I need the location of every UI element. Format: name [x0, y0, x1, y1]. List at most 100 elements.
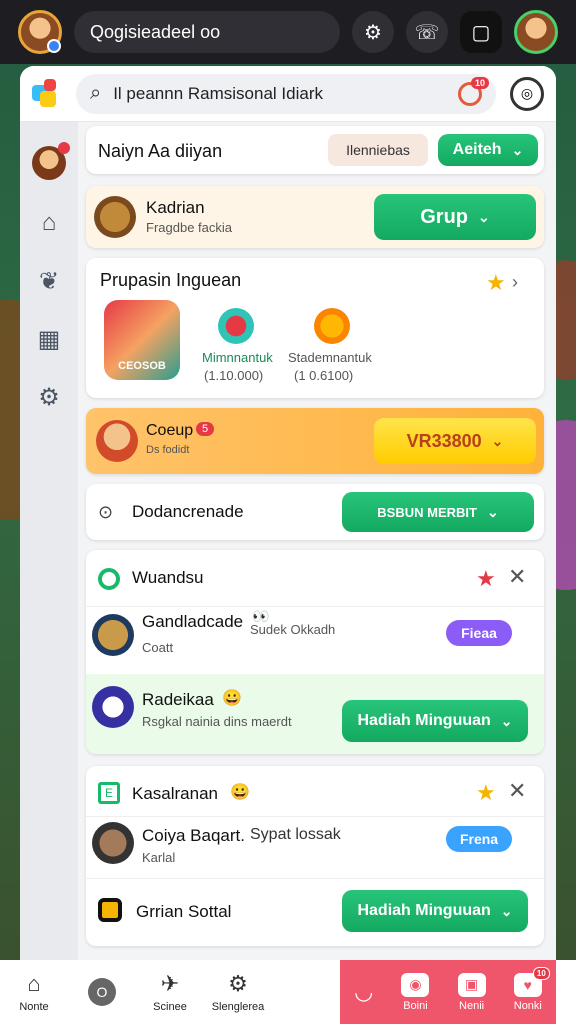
row4-subtitle: Ds fodidt [146, 444, 190, 456]
row1-tag[interactable]: Ilenniebas [328, 134, 428, 166]
group2-item1-extra: Sypat lossak [250, 826, 341, 843]
group1-item2-button[interactable]: Hadiah Minguuan ⌄ [342, 700, 528, 742]
pink-image[interactable]: ▣ Nenii [457, 972, 486, 1012]
row5-button[interactable]: BSBUN MERBIT ⌄ [342, 492, 534, 532]
group2-item1-button[interactable]: Frena [446, 826, 512, 852]
pink-heart-badge: 10 [532, 966, 550, 980]
group1-item2-subtitle: Rsgkal nainia dins maerdt [142, 714, 292, 729]
group2-item2-title: Grrian Sottal [136, 902, 232, 921]
gear-icon: ⚙ [228, 971, 248, 996]
user-avatar[interactable] [18, 10, 62, 54]
pink-image-label: Nenii [459, 999, 485, 1012]
pink-camera-label: Boini [403, 999, 428, 1012]
pink-action-bar: ◡ ◉ Boini ▣ Nenii ♥ 10 Nonki [340, 960, 556, 1024]
home-icon[interactable]: ⌂ [34, 208, 64, 238]
player-avatar [96, 420, 138, 462]
item2-value: (1 0.6100) [294, 368, 354, 383]
chevron-right-icon[interactable]: › [512, 272, 518, 293]
top-search-field[interactable]: Qogisieadeel oo [74, 11, 340, 53]
gamepad-icon: ⊙ [98, 502, 114, 522]
group1-item1-button[interactable]: Fieaa [446, 620, 512, 646]
target-icon[interactable]: ◎ [510, 76, 544, 111]
game-thumbnail-label: CEOSOB [118, 360, 166, 372]
star-icon[interactable]: ★ [476, 780, 496, 806]
row5-button-label: BSBUN MERBIT [377, 504, 477, 520]
phone-icon[interactable]: ☏ [406, 11, 448, 53]
chevron-down-icon: ⌄ [511, 141, 524, 158]
pink-heart-label: Nonki [513, 999, 542, 1012]
row4-button-label: VR33800 [406, 430, 482, 451]
star-icon[interactable]: ★ [476, 566, 496, 592]
notification-count: 10 [470, 76, 489, 89]
row-card-5: ⊙ Dodancrenade BSBUN MERBIT ⌄ [86, 484, 544, 540]
nav-circle[interactable]: O [68, 960, 136, 1024]
app-logo-icon[interactable] [32, 78, 62, 109]
heart-icon: ♥ 10 [513, 966, 550, 997]
row-card-3: Prupasin Inguean ★ › CEOSOB Mimnnantuk (… [86, 258, 544, 398]
home-icon: ⌂ [27, 971, 41, 996]
item1-icon [218, 308, 254, 344]
group2-item1-button-label: Frena [459, 831, 499, 847]
pink-heart[interactable]: ♥ 10 Nonki [513, 966, 550, 1012]
group1-item2-emoji: 😀 [222, 690, 242, 707]
row1-button[interactable]: Aeiteh ⌄ [438, 134, 538, 166]
item1-name: Mimnnantuk [202, 350, 273, 365]
nav-scinee[interactable]: ✈ Scinee [136, 960, 204, 1024]
friend-avatar[interactable] [514, 10, 558, 54]
group2-title: Kasalranan [132, 784, 219, 803]
row1-button-label: Aeiteh [452, 141, 502, 158]
group2-item1-title: Coiya Baqart. [142, 826, 245, 845]
group1-item2-title: Radeikaa [142, 690, 214, 709]
item2-icon [314, 308, 350, 344]
panel-search-input[interactable]: ⌕ Il peannn Ramsisonal Idiark 10 [76, 73, 496, 114]
group1-item1-extra: Sudek Okkadh [250, 622, 336, 637]
close-icon[interactable]: ✕ [508, 564, 526, 590]
group1-item1-subtitle: Coatt [142, 640, 174, 655]
item-avatar [92, 614, 134, 656]
chest-icon [94, 196, 136, 238]
group1-item2-button-label: Hadiah Minguuan [357, 712, 491, 729]
row2-subtitle: Fragdbe fackia [146, 220, 232, 235]
bolt-icon: ✈ [160, 971, 180, 996]
sidebar: ⌂ ❦ ▦ ⚙ [20, 122, 78, 960]
chevron-down-icon: ⌄ [478, 208, 490, 225]
group1-title: Wuandsu [132, 568, 204, 587]
item2-name: Stademnantuk [288, 350, 372, 365]
chevron-down-icon: ⌄ [486, 503, 499, 520]
grid-icon[interactable]: ▦ [34, 324, 64, 354]
group1-item1-title: Gandladcade [142, 612, 244, 631]
nav-settings[interactable]: ⚙ Slenglerea [204, 960, 272, 1024]
nav-settings-label: Slenglerea [211, 1001, 265, 1013]
group1-item1-button-label: Fieaa [461, 625, 497, 641]
notification-icon[interactable]: 10 [458, 76, 489, 106]
group2-item2-button[interactable]: Hadiah Minguuan ⌄ [342, 890, 528, 932]
list-icon: E [98, 782, 120, 804]
chevron-down-icon: ⌄ [491, 432, 504, 449]
row2-button[interactable]: Grup ⌄ [374, 194, 536, 240]
group-card-2: E Kasalranan 😀 ★ ✕ Coiya Baqart. Sypat l… [86, 766, 544, 946]
search-text: Il peannn Ramsisonal Idiark [113, 83, 323, 103]
row-card-2: Kadrian Fragdbe fackia Grup ⌄ [86, 186, 544, 248]
chevron-down-icon: ⌄ [500, 902, 513, 919]
image-icon: ▣ [457, 972, 486, 997]
star-icon[interactable]: ★ [486, 270, 506, 296]
group2-item2-button-label: Hadiah Minguuan [357, 902, 491, 919]
leaf-icon[interactable]: ❦ [34, 266, 64, 296]
app-icon [98, 898, 122, 922]
row5-title: Dodancrenade [132, 502, 244, 521]
group2-emoji: 😀 [230, 784, 250, 801]
pink-smile[interactable]: ◡ [354, 979, 373, 1005]
window-icon[interactable]: ▢ [460, 11, 502, 53]
item-avatar [92, 822, 134, 864]
row4-button[interactable]: VR33800 ⌄ [374, 418, 536, 464]
game-thumbnail[interactable]: CEOSOB [104, 300, 180, 380]
gear-icon[interactable]: ⚙ [34, 382, 64, 412]
sidebar-avatar[interactable] [32, 142, 70, 180]
pink-camera[interactable]: ◉ Boini [401, 972, 430, 1012]
row3-title: Prupasin Inguean [100, 270, 242, 290]
close-icon[interactable]: ✕ [508, 778, 526, 804]
settings-icon[interactable]: ⚙ [352, 11, 394, 53]
nav-home[interactable]: ⌂ Nonte [0, 960, 68, 1024]
panel-header: ⌕ Il peannn Ramsisonal Idiark 10 ◎ [20, 66, 556, 122]
row2-button-label: Grup [420, 205, 469, 228]
